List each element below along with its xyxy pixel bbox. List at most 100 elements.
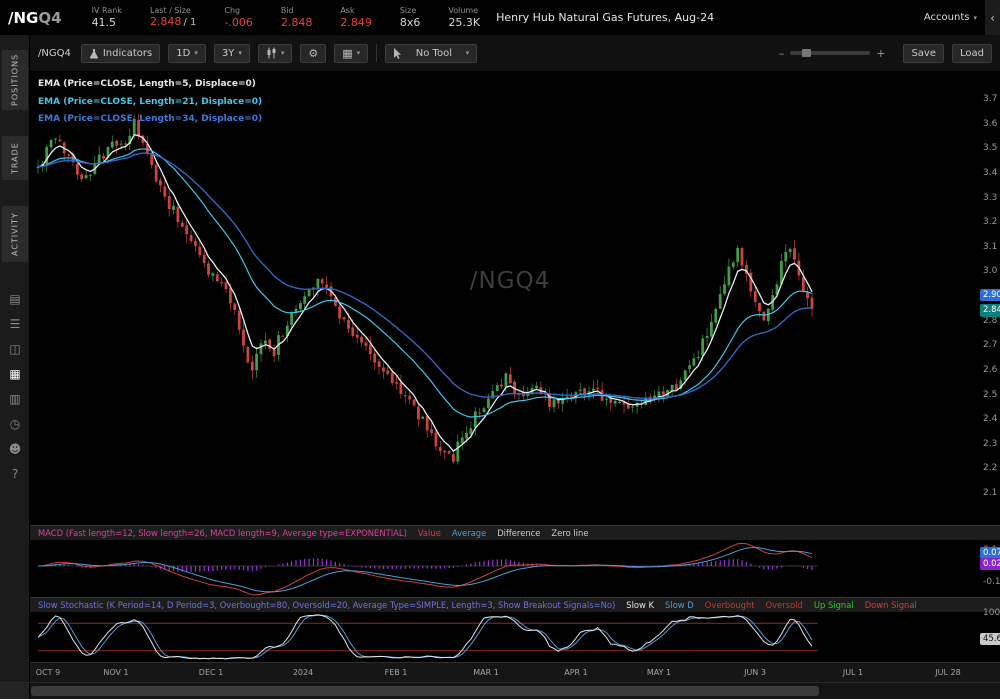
- indicators-button[interactable]: Indicators: [81, 44, 160, 63]
- candlestick-chart[interactable]: [30, 72, 1000, 525]
- field-label: IV Rank: [92, 6, 122, 16]
- candle-body: [85, 175, 88, 178]
- chart-settings-button[interactable]: ⚙: [300, 44, 326, 63]
- header-field-iv-rank: IV Rank41.5: [92, 6, 122, 29]
- time-axis-label: JUN 3: [744, 668, 766, 677]
- candle-body: [461, 438, 464, 444]
- ema-legend-line-2[interactable]: EMA (Price=CLOSE, Length=34, Displace=0): [38, 111, 262, 129]
- candle-body: [373, 354, 376, 363]
- stoch-legend-item-0[interactable]: Slow K: [626, 600, 654, 610]
- macd-legend-item-0[interactable]: Value: [418, 528, 441, 538]
- people-icon[interactable]: ☻: [0, 438, 30, 460]
- chart-style-dropdown[interactable]: ▾: [258, 44, 293, 63]
- stochastic-title[interactable]: Slow Stochastic (K Period=14, D Period=3…: [38, 600, 615, 610]
- candle-body: [732, 263, 735, 267]
- ema-legend-line-1[interactable]: EMA (Price=CLOSE, Length=21, Displace=0): [38, 94, 262, 112]
- save-load-group: Save Load: [903, 44, 992, 63]
- candle-body: [120, 144, 123, 145]
- drawing-tool-dropdown[interactable]: No Tool ▾: [385, 44, 477, 63]
- candle-body: [483, 408, 486, 412]
- zoom-slider[interactable]: [790, 51, 870, 55]
- collapse-arrow-icon: ‹: [990, 11, 995, 25]
- field-value-text: 25.3K: [448, 16, 480, 29]
- candle-body: [496, 385, 499, 391]
- candle-body: [124, 143, 127, 144]
- sidebar-tab-positions[interactable]: POSITIONS: [2, 50, 28, 110]
- macd-badge-1: 0.02: [980, 558, 1000, 570]
- candle-body: [251, 362, 254, 371]
- toolbar-separator: [376, 44, 377, 62]
- field-label: Volume: [448, 6, 480, 16]
- field-value: -.006: [224, 16, 252, 29]
- price-chart-panel: /NGQ4 EMA (Price=CLOSE, Length=5, Displa…: [30, 72, 1000, 525]
- candle-body: [802, 277, 805, 292]
- save-button[interactable]: Save: [903, 44, 944, 63]
- header-field-volume: Volume25.3K: [448, 6, 480, 29]
- candle-body: [317, 279, 320, 289]
- candle-body: [264, 341, 267, 344]
- candle-body: [190, 235, 193, 241]
- collapse-panel-button[interactable]: ‹: [985, 0, 1000, 35]
- candle-body: [159, 180, 162, 185]
- zoom-slider-handle[interactable]: [802, 49, 811, 57]
- time-axis: OCT 9NOV 1DEC 12024FEB 1MAR 1APR 1MAY 1J…: [30, 662, 1000, 682]
- zoom-out-button[interactable]: –: [779, 47, 785, 60]
- candle-body: [59, 140, 62, 142]
- stoch-legend-item-4[interactable]: Up Signal: [814, 600, 854, 610]
- zoom-in-button[interactable]: +: [876, 47, 885, 60]
- stoch-axis-tick: 100: [983, 608, 1000, 618]
- candle-body: [456, 442, 459, 462]
- price-axis-tick: 3.1: [983, 242, 997, 252]
- macd-legend: MACD (Fast length=12, Slow length=26, MA…: [30, 526, 1000, 540]
- accounts-dropdown[interactable]: Accounts ▾: [924, 12, 985, 23]
- time-axis-label: APR 1: [564, 668, 588, 677]
- candle-body: [229, 288, 232, 303]
- price-axis-tick: 3.6: [983, 119, 997, 129]
- stochastic-legend: Slow Stochastic (K Period=14, D Period=3…: [30, 598, 1000, 612]
- ema-legend-line-0[interactable]: EMA (Price=CLOSE, Length=5, Displace=0): [38, 76, 262, 94]
- field-label: Chg: [224, 6, 252, 16]
- scrollbar-handle[interactable]: [31, 686, 819, 696]
- load-button[interactable]: Load: [952, 44, 992, 63]
- tool-value: No Tool: [416, 48, 452, 59]
- candle-body: [439, 447, 442, 451]
- header-field-size: Size8x6: [400, 6, 421, 29]
- stoch-legend-item-1[interactable]: Slow D: [665, 600, 694, 610]
- header-field-bid: Bid2.848: [281, 6, 313, 29]
- candle-body: [181, 223, 184, 227]
- candle-body: [618, 402, 621, 403]
- candle-body: [658, 392, 661, 397]
- grid-apps-icon[interactable]: ▦: [0, 363, 30, 385]
- stoch-legend-item-5[interactable]: Down Signal: [865, 600, 917, 610]
- candle-body: [710, 322, 713, 337]
- macd-panel: MACD (Fast length=12, Slow length=26, MA…: [30, 525, 1000, 597]
- package-icon[interactable]: ◫: [0, 338, 30, 360]
- aggregation-dropdown[interactable]: 1D ▾: [168, 44, 206, 63]
- sidebar-tab-activity[interactable]: ACTIVITY: [2, 206, 28, 262]
- field-value-text: 41.5: [92, 16, 117, 29]
- ema-21-line: [38, 149, 812, 417]
- quote-header: /NGQ4 IV Rank41.5Last / Size2.848 / 1Chg…: [0, 0, 1000, 35]
- clock-icon[interactable]: ◷: [0, 413, 30, 435]
- candle-body: [282, 336, 285, 337]
- stoch-legend-item-3[interactable]: Oversold: [766, 600, 803, 610]
- macd-legend-item-3[interactable]: Zero line: [551, 528, 588, 538]
- range-dropdown[interactable]: 3Y ▾: [214, 44, 250, 63]
- price-badge-0: 2.903: [980, 289, 1000, 301]
- help-icon[interactable]: ?: [0, 463, 30, 485]
- chart-icon[interactable]: ▥: [0, 388, 30, 410]
- chart-grid-dropdown[interactable]: ▦ ▾: [334, 44, 368, 63]
- notes-icon[interactable]: ▤: [0, 288, 30, 310]
- macd-legend-item-1[interactable]: Average: [452, 528, 486, 538]
- watchlist-icon[interactable]: ☰: [0, 313, 30, 335]
- time-axis-label: 2024: [293, 668, 313, 677]
- save-label: Save: [911, 48, 936, 59]
- macd-title[interactable]: MACD (Fast length=12, Slow length=26, MA…: [38, 528, 407, 538]
- sidebar-tab-trade[interactable]: TRADE: [2, 136, 28, 180]
- candle-body: [115, 141, 118, 146]
- macd-legend-item-2[interactable]: Difference: [497, 528, 540, 538]
- price-axis-tick: 2.3: [983, 439, 997, 449]
- chevron-down-icon: ▾: [973, 14, 977, 22]
- stoch-legend-item-2[interactable]: Overbought: [705, 600, 755, 610]
- ema-legend: EMA (Price=CLOSE, Length=5, Displace=0)E…: [38, 76, 262, 129]
